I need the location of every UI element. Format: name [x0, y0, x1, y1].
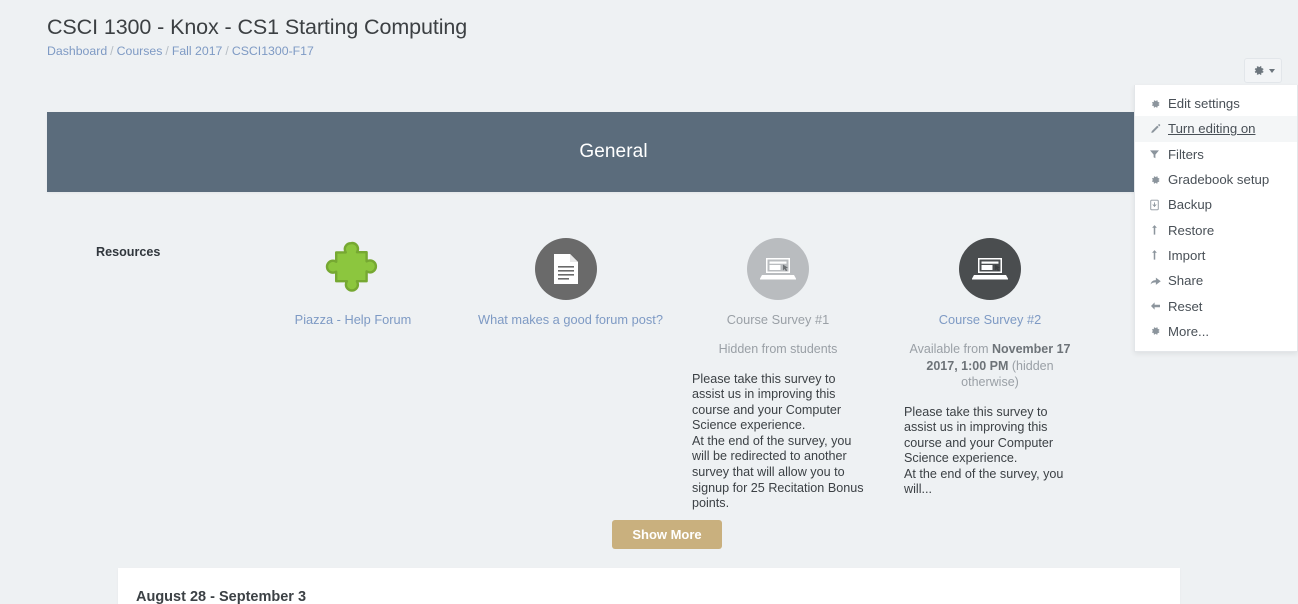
- resource-item-course-survey-2: Course Survey #2 Available from November…: [902, 238, 1078, 498]
- share-icon: [1149, 275, 1168, 287]
- menu-item-filters[interactable]: Filters: [1135, 142, 1297, 167]
- menu-item-gradebook-setup[interactable]: Gradebook setup: [1135, 167, 1297, 192]
- menu-item-label: Restore: [1168, 222, 1215, 238]
- import-icon: [1149, 249, 1168, 261]
- menu-item-label: Backup: [1168, 197, 1212, 213]
- resource-availability: Available from November 17 2017, 1:00 PM…: [902, 341, 1078, 391]
- resource-link[interactable]: Piazza - Help Forum: [265, 312, 441, 328]
- resource-availability: Hidden from students: [718, 342, 838, 356]
- page-title: CSCI 1300 - Knox - CS1 Starting Computin…: [47, 15, 468, 39]
- breadcrumb-item-dashboard[interactable]: Dashboard: [47, 44, 107, 58]
- menu-item-label: Turn editing on: [1168, 121, 1256, 137]
- menu-item-share[interactable]: Share: [1135, 268, 1297, 293]
- breadcrumb-separator: /: [165, 43, 169, 58]
- page-header: CSCI 1300 - Knox - CS1 Starting Computin…: [0, 0, 1298, 59]
- laptop-survey-icon: [959, 238, 1021, 300]
- filter-icon: [1149, 149, 1168, 160]
- resource-link[interactable]: Course Survey #1: [690, 312, 866, 328]
- resources-row: Piazza - Help Forum What makes a good fo…: [0, 238, 1298, 538]
- resource-description: Please take this survey to assist us in …: [904, 404, 1064, 497]
- breadcrumb-item-courses[interactable]: Courses: [117, 44, 163, 58]
- menu-item-restore[interactable]: Restore: [1135, 217, 1297, 242]
- resource-item-forum-post: What makes a good forum post?: [478, 238, 663, 328]
- menu-item-label: Import: [1168, 247, 1206, 263]
- breadcrumb-item-fall-2017[interactable]: Fall 2017: [172, 44, 223, 58]
- menu-item-backup[interactable]: Backup: [1135, 192, 1297, 217]
- puzzle-piece-icon: [322, 238, 384, 300]
- gear-icon: [1149, 174, 1168, 186]
- gear-icon: [1252, 64, 1265, 77]
- course-settings-gear-button[interactable]: [1244, 58, 1282, 83]
- resource-item-course-survey-1: Course Survey #1 Hidden from students Pl…: [690, 238, 866, 512]
- resource-description: Please take this survey to assist us in …: [692, 371, 864, 511]
- week-section-title: August 28 - September 3: [136, 589, 307, 604]
- breadcrumb-item-course-code[interactable]: CSCI1300-F17: [232, 44, 314, 58]
- menu-item-more[interactable]: More...: [1135, 319, 1297, 344]
- menu-item-turn-editing-on[interactable]: Turn editing on: [1135, 116, 1297, 142]
- resource-link[interactable]: Course Survey #2: [902, 312, 1078, 328]
- general-section-title: General: [579, 141, 648, 162]
- chevron-down-icon: [1268, 68, 1275, 73]
- resource-item-piazza: Piazza - Help Forum: [265, 238, 441, 328]
- course-settings-dropdown-menu[interactable]: Edit settings Turn editing on Filters Gr…: [1134, 85, 1298, 352]
- resource-link[interactable]: What makes a good forum post?: [478, 312, 663, 328]
- breadcrumb: Dashboard / Courses / Fall 2017/CSCI1300-F17: [47, 43, 1298, 59]
- document-page-icon: [535, 238, 597, 300]
- breadcrumb-separator: /: [225, 43, 229, 58]
- gear-icon: [1149, 98, 1168, 110]
- menu-item-label: Gradebook setup: [1168, 172, 1270, 188]
- menu-item-label: Filters: [1168, 146, 1204, 162]
- menu-item-reset[interactable]: Reset: [1135, 293, 1297, 318]
- week-section-card: August 28 - September 3: [118, 568, 1180, 604]
- availability-lead: Available from: [909, 342, 992, 356]
- menu-item-label: Edit settings: [1168, 96, 1240, 112]
- back-arrow-icon: [1149, 300, 1168, 312]
- menu-item-label: Share: [1168, 273, 1204, 289]
- menu-item-edit-settings[interactable]: Edit settings: [1135, 91, 1297, 116]
- menu-item-label: Reset: [1168, 298, 1203, 314]
- pencil-icon: [1149, 123, 1168, 135]
- backup-icon: [1149, 199, 1168, 211]
- show-more-button[interactable]: Show More: [612, 520, 722, 549]
- restore-icon: [1149, 224, 1168, 236]
- breadcrumb-separator: /: [110, 43, 114, 58]
- laptop-survey-icon: [747, 238, 809, 300]
- menu-item-import[interactable]: Import: [1135, 243, 1297, 268]
- gear-icon: [1149, 325, 1168, 337]
- menu-item-label: More...: [1168, 323, 1210, 339]
- general-section-banner: General: [47, 112, 1180, 192]
